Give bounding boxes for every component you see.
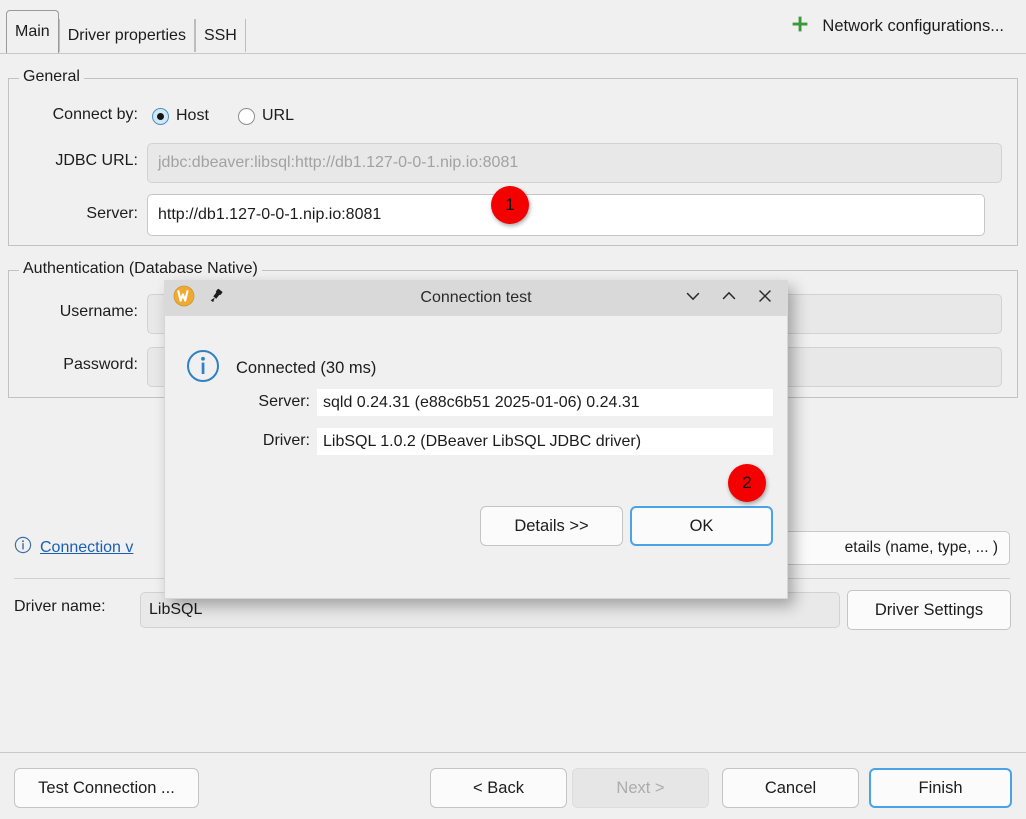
radio-host[interactable]: Host [152,107,209,125]
dialog-status-row: Connected (30 ms) [186,349,376,388]
tab-list: Main Driver properties SSH [6,10,246,53]
dialog-server-label: Server: [258,393,310,410]
radio-url[interactable]: URL [238,107,294,125]
dialog-driver-label: Driver: [262,432,310,449]
connection-view-row: Connection v [14,536,133,559]
password-label: Password: [63,356,138,373]
jdbc-url-field[interactable]: jdbc:dbeaver:libsql:http://db1.127-0-0-1… [147,143,1002,183]
dialog-window-buttons [684,287,774,310]
cancel-button[interactable]: Cancel [722,768,859,808]
bottom-divider [0,752,1026,753]
network-configurations-button[interactable]: Network configurations... [790,9,1004,43]
radio-url-label: URL [262,107,295,124]
authentication-group-title: Authentication (Database Native) [19,260,262,278]
driver-name-label: Driver name: [14,598,106,615]
dialog-title-bar[interactable]: Connection test [164,280,788,316]
radio-host-indicator [152,107,169,125]
next-button[interactable]: Next > [572,768,709,808]
dialog-driver-value[interactable]: LibSQL 1.0.2 (DBeaver LibSQL JDBC driver… [317,428,773,455]
server-label: Server: [86,205,138,222]
close-icon[interactable] [756,287,774,310]
connect-by-label: Connect by: [52,106,138,123]
plus-icon [790,14,810,39]
connection-test-dialog: Connection test Connected (30 ms) Server… [164,280,788,599]
dialog-status-text: Connected (30 ms) [236,359,377,377]
dialog-details-button[interactable]: Details >> [480,506,623,546]
username-label: Username: [59,303,138,320]
network-configurations-label: Network configurations... [822,16,1004,35]
username-label-row: Username: [18,303,138,321]
dialog-body: Connected (30 ms) Server: sqld 0.24.31 (… [164,316,788,599]
connect-by-label-row: Connect by: [18,106,138,124]
test-connection-button[interactable]: Test Connection ... [14,768,199,808]
tab-driver-properties[interactable]: Driver properties [58,19,195,52]
jdbc-url-label: JDBC URL: [55,152,138,169]
annotation-badge-1: 1 [491,186,529,224]
annotation-badge-2: 2 [728,464,766,502]
radio-host-label: Host [176,107,209,124]
finish-button[interactable]: Finish [869,768,1012,808]
connection-settings-window: Main Driver properties SSH Network confi… [0,0,1026,819]
server-label-row: Server: [18,205,138,223]
tab-main[interactable]: Main [6,10,59,53]
chevron-down-icon[interactable] [684,287,702,310]
jdbc-url-label-row: JDBC URL: [18,152,138,170]
driver-settings-button[interactable]: Driver Settings [847,590,1011,630]
chevron-up-icon[interactable] [720,287,738,310]
pin-icon[interactable] [207,287,225,310]
dialog-server-value[interactable]: sqld 0.24.31 (e88c6b51 2025-01-06) 0.24.… [317,389,773,416]
tab-ssh[interactable]: SSH [194,19,246,52]
w-logo-icon [173,285,195,312]
radio-url-indicator [238,107,255,125]
dialog-ok-button[interactable]: OK [630,506,773,546]
info-icon [14,536,32,559]
back-button[interactable]: < Back [430,768,567,808]
server-input[interactable]: http://db1.127-0-0-1.nip.io:8081 [147,194,985,236]
general-group-title: General [19,68,84,86]
connection-view-link[interactable]: Connection v [40,539,133,557]
info-circle-icon [186,349,220,388]
tab-bar: Main Driver properties SSH Network confi… [0,0,1026,54]
password-label-row: Password: [18,356,138,374]
